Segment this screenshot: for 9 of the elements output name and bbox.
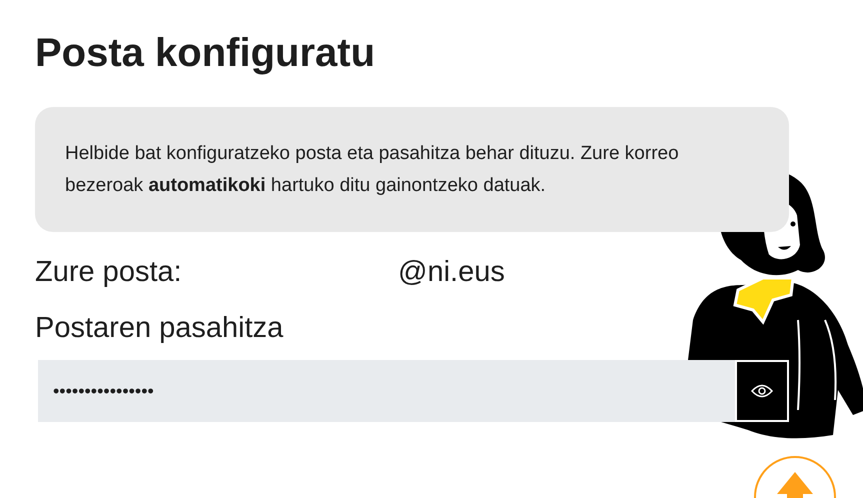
password-label: Postaren pasahitza [35, 311, 284, 346]
info-text: Helbide bat konfiguratzeko posta eta pasahitza behar dituzu. Zure korreo bezeroak automatikoki hartuko ditu gainontzeko datuak. [65, 142, 680, 198]
page-title: Posta konfiguratu [35, 30, 376, 77]
email-domain: @ni.eus [398, 255, 505, 290]
eye-icon [751, 384, 773, 398]
arrow-up-icon [775, 470, 815, 498]
show-password-button[interactable] [735, 360, 789, 422]
password-field[interactable]: •••••••••••••••• [38, 360, 735, 422]
email-label: Zure posta: [35, 255, 183, 290]
